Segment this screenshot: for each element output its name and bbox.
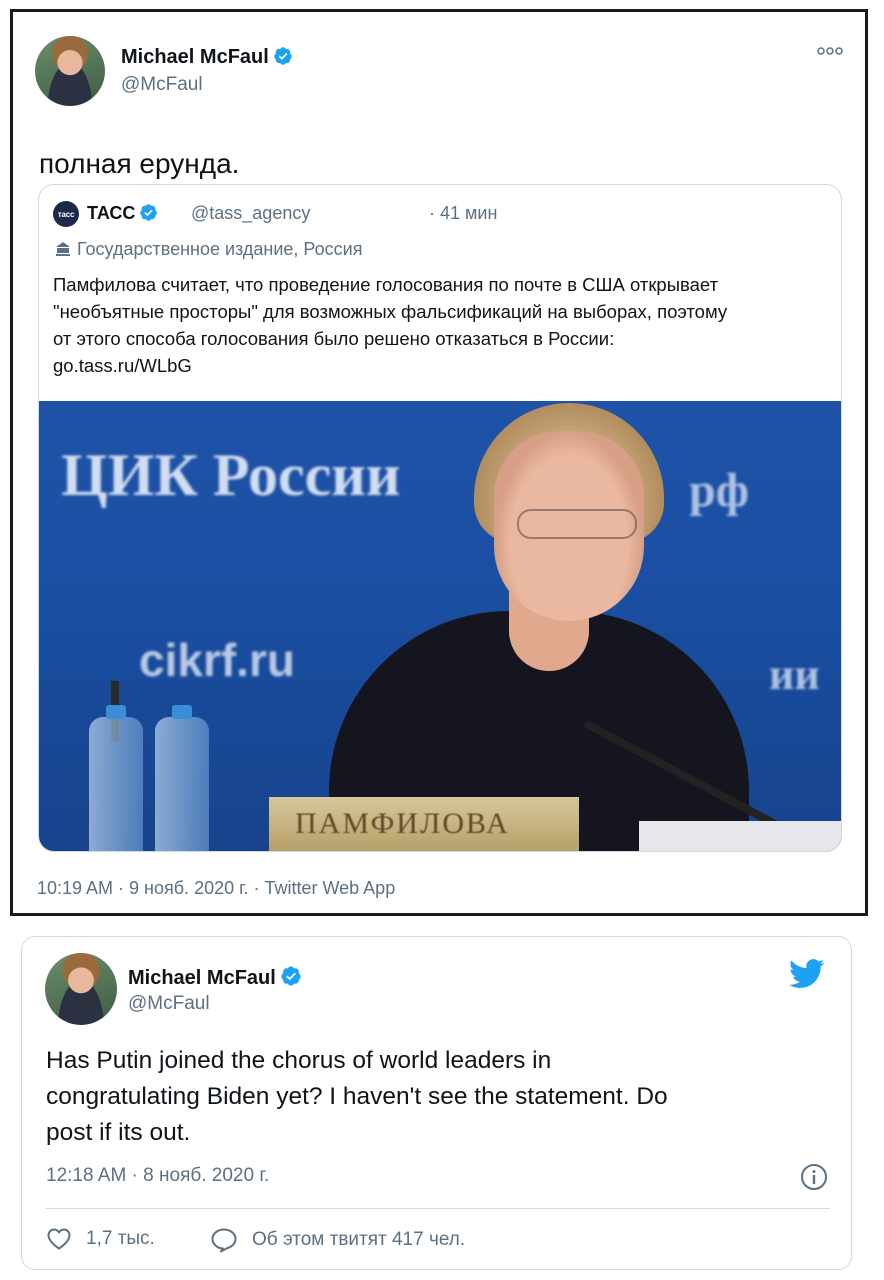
tweet-text: полная ерунда. bbox=[39, 148, 240, 179]
like-button[interactable]: 1,7 тыс. bbox=[46, 1227, 155, 1251]
quoted-author-name[interactable]: ТАСС bbox=[87, 203, 135, 223]
photo-water-bottle bbox=[155, 705, 209, 851]
author-name-row[interactable]: Michael McFaul bbox=[121, 46, 293, 69]
tweet-text-line: congratulating Biden yet? I haven't see … bbox=[46, 1083, 668, 1110]
info-icon[interactable] bbox=[800, 1163, 828, 1191]
verified-badge-icon bbox=[140, 204, 158, 221]
tweet-text-line: post if its out. bbox=[46, 1119, 191, 1146]
verified-badge-icon bbox=[281, 966, 301, 986]
state-media-label[interactable]: Государственное издание, Россия bbox=[55, 239, 362, 260]
quoted-text-line: Памфилова считает, что проведение голосо… bbox=[53, 274, 719, 295]
tweet-embed-2: Michael McFaul @McFaul Has Putin joined … bbox=[21, 936, 852, 1270]
verified-badge-icon bbox=[274, 47, 292, 65]
author-avatar[interactable] bbox=[35, 36, 105, 106]
photo-banner-text-right: рф bbox=[689, 464, 749, 517]
quoted-text-line: от этого способа голосования было решено… bbox=[53, 328, 615, 349]
government-building-icon bbox=[56, 242, 70, 256]
quoted-author-handle[interactable]: @tass_agency bbox=[191, 203, 310, 224]
author-avatar[interactable] bbox=[45, 953, 117, 1025]
author-name[interactable]: Michael McFaul bbox=[128, 967, 276, 989]
twitter-bird-icon[interactable] bbox=[789, 959, 825, 989]
quoted-text-line: "необъятные просторы" для возможных фаль… bbox=[53, 301, 728, 322]
quoted-timestamp[interactable]: · 41 мин bbox=[429, 203, 497, 224]
author-name-row[interactable]: Michael McFaul bbox=[128, 965, 302, 990]
photo-desk bbox=[639, 821, 841, 851]
tweet-actions: 1,7 тыс. Об этом твитят 417 чел. bbox=[46, 1227, 826, 1257]
like-count: 1,7 тыс. bbox=[86, 1228, 155, 1249]
photo-nameplate: ПАМФИЛОВА bbox=[269, 797, 579, 851]
quoted-tweet-photo[interactable]: ЦИК России рф cikrf.ru ии ПАМФИЛОВА bbox=[39, 401, 841, 851]
quoted-tweet[interactable]: тасс ТАСС @tass_agency · 41 мин Государс… bbox=[38, 184, 842, 852]
photo-water-bottle bbox=[89, 705, 143, 851]
tweet-timestamp[interactable]: 12:18 AM · 8 нояб. 2020 г. bbox=[46, 1165, 269, 1187]
more-icon[interactable] bbox=[817, 46, 843, 56]
quoted-tweet-text: Памфилова считает, что проведение голосо… bbox=[53, 271, 833, 379]
tweet-text: Has Putin joined the chorus of world lea… bbox=[46, 1043, 836, 1151]
tweet-screenshot-1: Michael McFaul @McFaul полная ерунда. та… bbox=[10, 9, 868, 916]
photo-website-text: cikrf.ru bbox=[139, 634, 295, 686]
retweet-talk-text: Об этом твитят 417 чел. bbox=[252, 1229, 466, 1250]
author-handle[interactable]: @McFaul bbox=[128, 993, 210, 1015]
photo-glasses bbox=[517, 509, 637, 539]
photo-nameplate-text: ПАМФИЛОВА bbox=[295, 807, 510, 840]
author-handle[interactable]: @McFaul bbox=[121, 74, 203, 96]
heart-icon bbox=[47, 1228, 71, 1250]
quoted-tweet-header: тасс ТАСС @tass_agency · 41 мин bbox=[53, 201, 823, 227]
author-name[interactable]: Michael McFaul bbox=[121, 46, 269, 68]
reply-button[interactable]: Об этом твитят 417 чел. bbox=[210, 1227, 465, 1253]
quoted-author-name-row[interactable]: ТАСС bbox=[87, 203, 158, 224]
state-media-label-text: Государственное издание, Россия bbox=[77, 239, 363, 259]
quoted-link[interactable]: go.tass.ru/WLbG bbox=[53, 352, 833, 379]
tass-avatar[interactable]: тасс bbox=[53, 201, 79, 227]
divider bbox=[46, 1208, 830, 1209]
tweet-text-line: Has Putin joined the chorus of world lea… bbox=[46, 1047, 552, 1074]
photo-banner-text-right-mid: ии bbox=[769, 650, 820, 699]
comment-icon bbox=[211, 1228, 237, 1253]
tweet-header: Michael McFaul @McFaul bbox=[35, 36, 835, 108]
tweet-timestamp-source[interactable]: 10:19 AM · 9 нояб. 2020 г. · Twitter Web… bbox=[37, 878, 395, 899]
photo-banner-text: ЦИК России bbox=[61, 442, 401, 508]
